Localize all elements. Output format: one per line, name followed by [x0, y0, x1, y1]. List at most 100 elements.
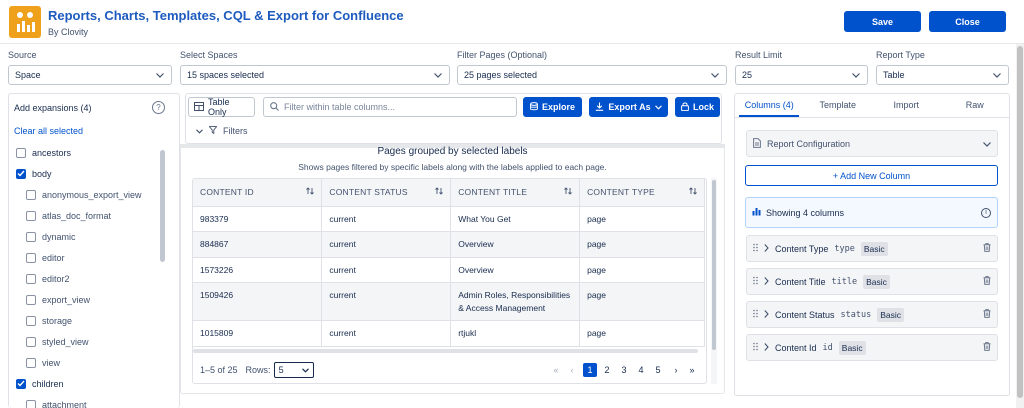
- trash-icon[interactable]: [983, 342, 991, 353]
- first-page-icon[interactable]: «: [549, 363, 563, 377]
- expansion-item-editor[interactable]: editor: [16, 247, 158, 268]
- column-card[interactable]: Content Title title Basic: [746, 268, 998, 295]
- prev-page-icon[interactable]: ‹: [565, 363, 579, 377]
- column-header[interactable]: CONTENT TITLE: [450, 179, 581, 207]
- checkbox[interactable]: [26, 252, 36, 263]
- column-header-label: CONTENT STATUS: [329, 187, 408, 198]
- page-button[interactable]: 4: [634, 363, 648, 377]
- sort-icon[interactable]: [689, 187, 697, 197]
- filter-pages-select[interactable]: 25 pages selected: [457, 65, 727, 85]
- column-header[interactable]: CONTENT ID: [193, 179, 323, 207]
- app-byline: By Clovity: [48, 27, 89, 37]
- expansion-item-ancestors[interactable]: ancestors: [16, 142, 158, 163]
- drag-handle-icon[interactable]: [753, 243, 758, 254]
- checkbox[interactable]: [26, 189, 36, 200]
- drag-handle-icon[interactable]: [753, 276, 758, 287]
- tab-raw[interactable]: Raw: [945, 93, 1005, 117]
- tab-columns[interactable]: Columns (4): [739, 93, 800, 117]
- checkbox[interactable]: [26, 294, 36, 305]
- app-title: Reports, Charts, Templates, CQL & Export…: [48, 8, 404, 23]
- export-as-button[interactable]: Export As: [589, 97, 668, 117]
- explore-button[interactable]: Explore: [523, 97, 582, 117]
- column-header[interactable]: CONTENT STATUS: [321, 179, 452, 207]
- chevron-right-icon[interactable]: [764, 243, 769, 254]
- add-new-column-button[interactable]: + Add New Column: [745, 165, 998, 186]
- page-button[interactable]: 2: [600, 363, 614, 377]
- page-button[interactable]: 3: [617, 363, 631, 377]
- expansions-scrollbar-thumb[interactable]: [160, 150, 165, 262]
- lock-button[interactable]: Lock: [675, 97, 720, 117]
- table-row[interactable]: 1509426 current Admin Roles, Responsibilit…: [193, 282, 705, 321]
- spaces-select[interactable]: 15 spaces selected: [180, 65, 450, 85]
- drag-handle-icon[interactable]: [753, 309, 758, 320]
- sort-icon[interactable]: [564, 187, 572, 197]
- report-configuration-card[interactable]: Report Configuration: [746, 130, 998, 157]
- table-row[interactable]: 884867 current Overview page: [193, 231, 705, 258]
- help-icon[interactable]: ?: [152, 101, 165, 114]
- checkbox[interactable]: [26, 357, 36, 368]
- close-button[interactable]: Close: [929, 11, 1006, 32]
- checkbox[interactable]: [26, 336, 36, 347]
- table-only-button[interactable]: Table Only: [188, 97, 255, 117]
- column-card[interactable]: Content Status status Basic: [746, 301, 998, 328]
- sort-icon[interactable]: [435, 187, 444, 197]
- checkbox[interactable]: [16, 147, 26, 158]
- expansion-label: children: [32, 378, 64, 389]
- filters-toggle[interactable]: Filters: [196, 126, 248, 136]
- drag-handle-icon[interactable]: [753, 342, 758, 353]
- table-filter-input[interactable]: Filter within table columns...: [263, 97, 517, 117]
- tab-import[interactable]: Import: [876, 93, 936, 117]
- tab-template[interactable]: Template: [808, 93, 868, 117]
- chevron-right-icon[interactable]: [764, 309, 769, 320]
- last-page-icon[interactable]: »: [685, 363, 699, 377]
- spaces-label: Select Spaces: [180, 50, 238, 60]
- expansion-item-storage[interactable]: storage: [16, 310, 158, 331]
- expansion-item-attachment[interactable]: attachment: [16, 394, 158, 408]
- trash-icon[interactable]: [983, 309, 991, 320]
- chevron-right-icon[interactable]: [764, 276, 769, 287]
- expansion-item-styled-view[interactable]: styled_view: [16, 331, 158, 352]
- next-page-icon[interactable]: ›: [669, 363, 683, 377]
- column-type-badge: Basic: [863, 274, 890, 289]
- expansion-item-body[interactable]: body: [16, 163, 158, 184]
- chevron-right-icon[interactable]: [764, 342, 769, 353]
- checkbox[interactable]: [26, 231, 36, 242]
- report-table: CONTENT ID CONTENT STATUS CONTENT TITLE CON…: [193, 179, 705, 347]
- table-row[interactable]: 983379 current What You Get page: [193, 206, 705, 232]
- report-type-select[interactable]: Table: [876, 65, 1009, 85]
- trash-icon[interactable]: [983, 243, 991, 254]
- table-row[interactable]: 1573226 current Overview page: [193, 257, 705, 283]
- checkbox[interactable]: [26, 273, 36, 284]
- main-scrollbar-thumb[interactable]: [1017, 46, 1023, 398]
- table-horizontal-scroll-thumb[interactable]: [193, 349, 698, 353]
- rows-per-page-select[interactable]: 5: [273, 362, 314, 378]
- trash-icon[interactable]: [983, 276, 991, 287]
- sort-icon[interactable]: [306, 187, 315, 197]
- expansion-item-export-view[interactable]: export_view: [16, 289, 158, 310]
- column-header[interactable]: CONTENT TYPE: [579, 179, 705, 207]
- column-card[interactable]: Content Id id Basic: [746, 334, 998, 361]
- source-select[interactable]: Space: [8, 65, 172, 85]
- expansion-item-anonymous-export-view[interactable]: anonymous_export_view: [16, 184, 158, 205]
- checkbox-checked[interactable]: [16, 168, 26, 179]
- checkbox[interactable]: [26, 315, 36, 326]
- result-limit-select[interactable]: 25: [735, 65, 868, 85]
- checkbox[interactable]: [26, 399, 36, 408]
- expansion-item-editor2[interactable]: editor2: [16, 268, 158, 289]
- table-cell: 1015809: [193, 320, 323, 347]
- save-button[interactable]: Save: [844, 11, 921, 32]
- table-row[interactable]: 1015809 current rtjukl page: [193, 320, 705, 347]
- expansion-item-children[interactable]: children: [16, 373, 158, 394]
- expansion-item-atlas-doc-format[interactable]: atlas_doc_format: [16, 205, 158, 226]
- page-button[interactable]: 1: [583, 363, 597, 377]
- table-vertical-scroll-thumb[interactable]: [712, 180, 716, 350]
- bar-chart-icon: [752, 207, 761, 218]
- page-button[interactable]: 5: [651, 363, 665, 377]
- info-icon[interactable]: i: [981, 207, 991, 218]
- column-card[interactable]: Content Type type Basic: [746, 235, 998, 262]
- checkbox-checked[interactable]: [16, 378, 26, 389]
- clear-all-link[interactable]: Clear all selected: [14, 126, 83, 136]
- checkbox[interactable]: [26, 210, 36, 221]
- expansion-item-dynamic[interactable]: dynamic: [16, 226, 158, 247]
- expansion-item-view[interactable]: view: [16, 352, 158, 373]
